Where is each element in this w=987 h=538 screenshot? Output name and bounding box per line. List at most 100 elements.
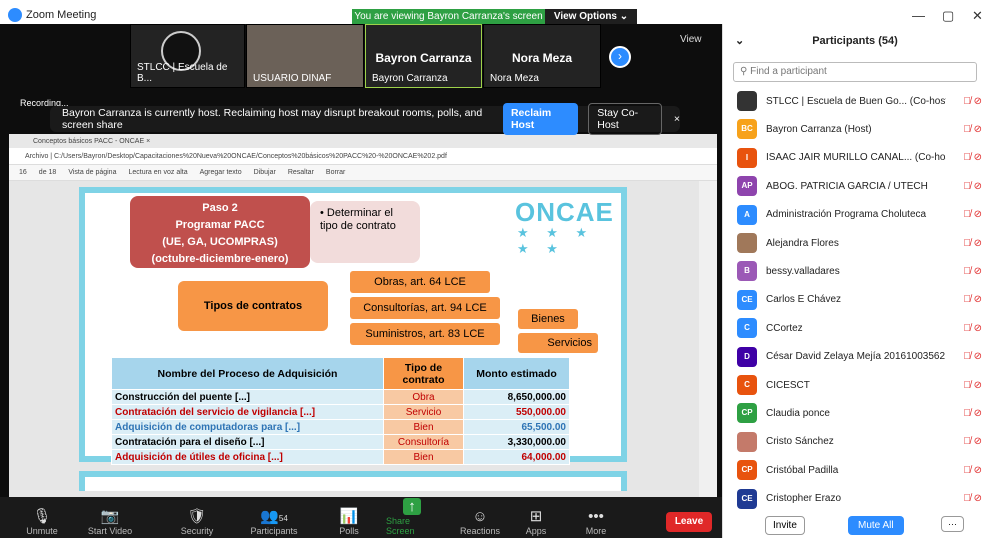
participants-glyph: 👥 [260, 508, 279, 525]
video-tile[interactable]: Bayron Carranza Bayron Carranza [365, 24, 482, 88]
participant-row[interactable]: C CCortez 🎙̸ ⊘ [723, 314, 987, 342]
muted-status-icon: 🎙̸ ⊘ [963, 351, 982, 363]
view-button[interactable]: View [680, 34, 702, 45]
participant-search-input[interactable]: ⚲ Find a participant [733, 62, 977, 82]
video-name: STLCC | Escuela de B... [137, 62, 228, 84]
participant-name: Cristóbal Padilla [766, 464, 839, 476]
determinar-box: • Determinar el tipo de contrato [310, 201, 420, 263]
participant-row[interactable]: Alejandra Flores 🎙̸ ⊘ [723, 229, 987, 257]
toolbar-label: Security [180, 526, 214, 536]
apps-button[interactable]: ⊞ Apps [524, 497, 548, 538]
pdf-tool[interactable]: Borrar [326, 169, 345, 176]
cell-type: Consultoría [383, 434, 464, 450]
cell-amount: 64,000.00 [463, 449, 570, 465]
participant-row[interactable]: Cristo Sánchez 🎙̸ ⊘ [723, 428, 987, 456]
mute-all-button[interactable]: Mute All [848, 516, 904, 535]
browser-tab[interactable]: Conceptos básicos PACC - ONCAE × [9, 134, 717, 148]
pdf-tool[interactable]: Agregar texto [200, 169, 242, 176]
table-header: Nombre del Proceso de Adquisición [111, 357, 384, 390]
subtype-box: Servicios [518, 333, 598, 353]
participant-row[interactable]: STLCC | Escuela de Buen Go... (Co-host, … [723, 87, 987, 115]
address-bar[interactable]: Archivo | C:/Users/Bayron/Desktop/Capaci… [9, 148, 717, 165]
shield-icon: 🛡 [187, 508, 207, 525]
video-big-name: Bayron Carranza [375, 51, 472, 65]
participant-name: César David Zelaya Mejía 20161003562 [766, 351, 945, 363]
participant-row[interactable]: CP Cristóbal Padilla 🎙̸ ⊘ [723, 456, 987, 484]
reactions-button[interactable]: ☺ Reactions [458, 497, 502, 538]
pdf-tool[interactable]: Dibujar [254, 169, 276, 176]
participant-row[interactable]: CE Carlos E Chávez 🎙̸ ⊘ [723, 286, 987, 314]
participant-row[interactable]: AP ABOG. PATRICIA GARCIA / UTECH 🎙̸ ⊘ [723, 172, 987, 200]
muted-status-icon: 🎙̸ ⊘ [963, 436, 982, 448]
polls-icon: 📊 [339, 508, 359, 525]
toolbar-label: Polls [339, 526, 359, 536]
minimize-icon[interactable]: — [912, 8, 925, 23]
pdf-tool[interactable]: Resaltar [288, 169, 314, 176]
video-tile[interactable]: STLCC | Escuela de B... [130, 24, 245, 88]
polls-button[interactable]: 📊 Polls [336, 497, 362, 538]
pdf-tool[interactable]: Lectura en voz alta [128, 169, 187, 176]
shared-screen: Conceptos básicos PACC - ONCAE × Archivo… [9, 134, 717, 522]
participants-title: ⌄ Participants (54) [723, 24, 987, 58]
table-row: Contratación del servicio de vigilancia … [111, 404, 570, 420]
participant-row[interactable]: BC Bayron Carranza (Host) 🎙̸ ⊘ [723, 115, 987, 143]
participant-row[interactable]: CE Cristopher Erazo 🎙̸ ⊘ [723, 485, 987, 513]
leave-button[interactable]: Leave [666, 512, 712, 532]
page-total: de 18 [38, 169, 57, 176]
reclaim-host-button[interactable]: Reclaim Host [502, 103, 579, 135]
avatar: BC [737, 119, 757, 140]
more-options-button[interactable]: ··· [941, 516, 964, 532]
cell-amount: 550,000.00 [463, 404, 570, 420]
avatar: CE [737, 488, 757, 509]
participant-row[interactable]: I ISAAC JAIR MURILLO CANAL... (Co-host) 🎙̸… [723, 144, 987, 172]
avatar: B [737, 261, 757, 282]
participant-row[interactable]: C CICESCT 🎙̸ ⊘ [723, 371, 987, 399]
next-page-icon[interactable]: › [609, 46, 631, 68]
participant-row[interactable]: CP Claudia ponce 🎙̸ ⊘ [723, 399, 987, 427]
restore-icon[interactable]: ▢ [942, 8, 954, 24]
close-notice-icon[interactable]: × [674, 113, 680, 125]
participants-button[interactable]: 👥54 Participants [246, 497, 302, 538]
cell-name: Contratación del servicio de vigilancia … [111, 404, 384, 420]
participant-row[interactable]: A Administración Programa Choluteca 🎙̸ ⊘ [723, 201, 987, 229]
muted-status-icon: 🎙̸ ⊘ [963, 379, 982, 391]
participant-name: Claudia ponce [766, 407, 830, 419]
page-number[interactable]: 16 [19, 169, 27, 176]
video-name: Bayron Carranza [372, 73, 448, 84]
video-tile[interactable]: USUARIO DINAF [246, 24, 364, 88]
participants-footer: Invite Mute All ··· [723, 512, 987, 538]
table-header: Tipo de contrato [383, 357, 464, 390]
paso-box: Paso 2 Programar PACC (UE, GA, UCOMPRAS)… [130, 196, 310, 268]
cell-type: Obra [383, 389, 464, 405]
cell-amount: 3,330,000.00 [463, 434, 570, 450]
avatar: CP [737, 460, 757, 481]
view-options-button[interactable]: View Options ⌄ [545, 9, 637, 24]
avatar: CP [737, 403, 757, 424]
search-icon: ⚲ [740, 66, 751, 77]
host-notice: Bayron Carranza is currently host. Recla… [50, 103, 680, 135]
muted-status-icon: 🎙̸ ⊘ [963, 294, 982, 306]
pdf-tool[interactable]: Vista de página [68, 169, 116, 176]
chevron-down-icon[interactable]: ⌄ [735, 24, 744, 58]
browser-sidebar[interactable] [699, 181, 717, 522]
unmute-button[interactable]: 🎙 Unmute [22, 497, 62, 538]
invite-button[interactable]: Invite [765, 516, 805, 535]
start-video-button[interactable]: 📷 Start Video [84, 497, 136, 538]
more-button[interactable]: ••• More [583, 497, 609, 538]
type-box: Suministros, art. 83 LCE [350, 323, 500, 345]
oncae-logo: ONCAE [515, 197, 614, 227]
close-icon[interactable]: ✕ [972, 8, 983, 24]
avatar [737, 233, 757, 253]
type-box: Obras, art. 64 LCE [350, 271, 490, 293]
participant-name: bessy.valladares [766, 265, 840, 277]
video-tile[interactable]: Nora Meza Nora Meza [483, 24, 601, 88]
muted-status-icon: 🎙̸ ⊘ [963, 265, 982, 277]
subtype-box: Bienes [518, 309, 578, 329]
security-button[interactable]: 🛡 Security [176, 497, 218, 538]
slide: Paso 2 Programar PACC (UE, GA, UCOMPRAS)… [79, 187, 627, 465]
viewing-banner: You are viewing Bayron Carranza's screen [352, 9, 545, 24]
share-screen-button[interactable]: ↑ Share Screen [386, 497, 438, 538]
participant-row[interactable]: D César David Zelaya Mejía 20161003562 🎙̸ … [723, 343, 987, 371]
participant-row[interactable]: Bbessy.valladares 🎙̸ ⊘ [723, 257, 987, 285]
stay-cohost-button[interactable]: Stay Co-Host [588, 103, 662, 135]
